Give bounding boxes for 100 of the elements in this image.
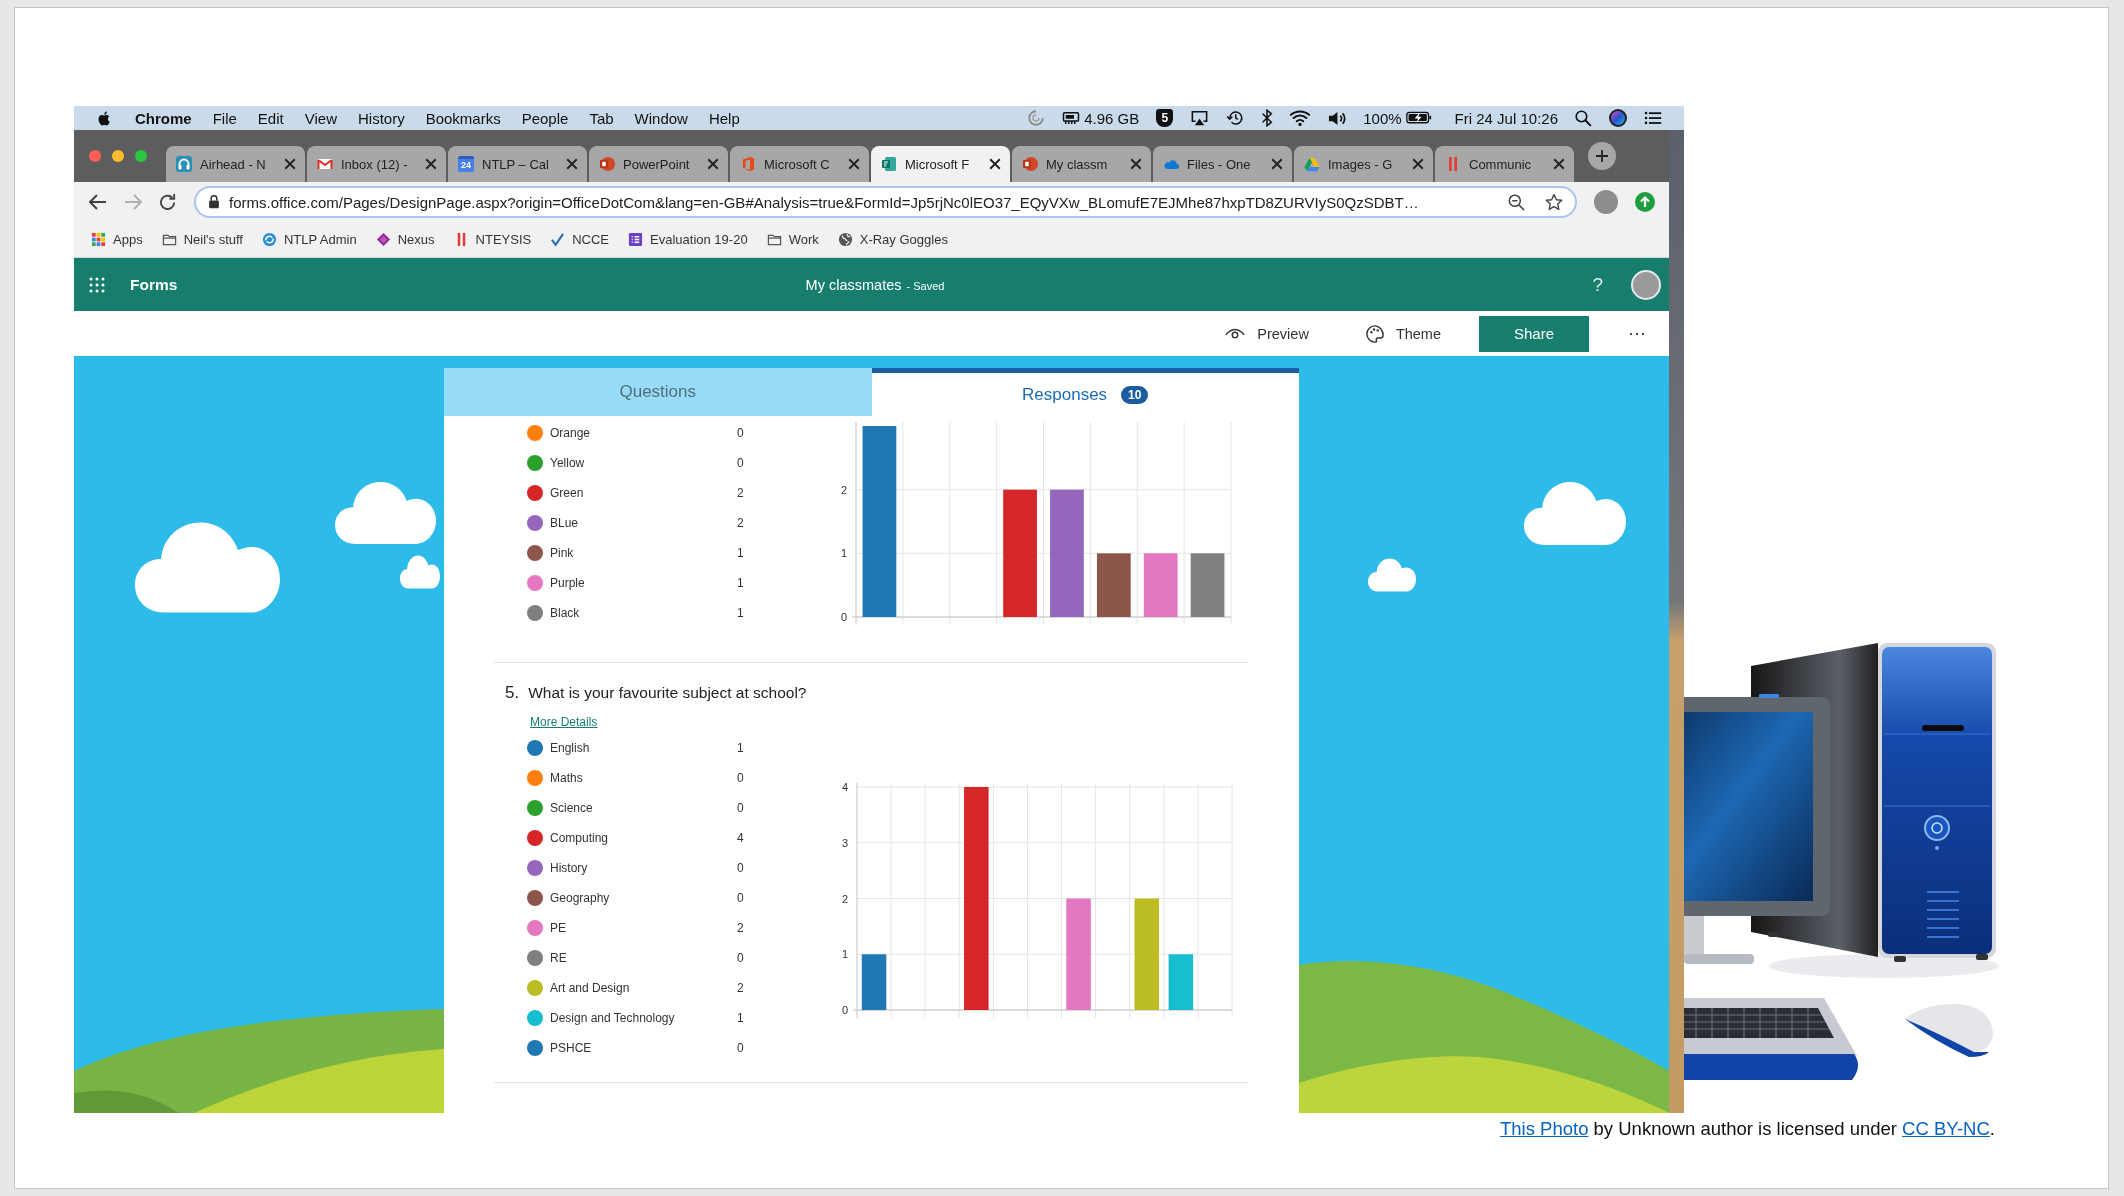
list-icon[interactable]: [1644, 110, 1662, 126]
browser-tab[interactable]: Airhead - N: [166, 146, 305, 182]
new-tab-button[interactable]: [1588, 142, 1616, 170]
bookmark-item[interactable]: Neil's stuff: [161, 232, 243, 247]
response-count: 1: [737, 606, 744, 620]
browser-tab[interactable]: 24 NTLP – Cal: [448, 146, 587, 182]
bluetooth-icon[interactable]: [1261, 109, 1274, 127]
address-bar[interactable]: forms.office.com/Pages/DesignPage.aspx?origin=OfficeDotCom&lang=en-GB#Analysis=true&FormId=Jp5rjNc0lEO37_EQyVXw_BLomufE7EJMhe87hxpTD8ZURVIyS0QzSDBT…: [194, 186, 1577, 218]
profile-avatar[interactable]: [1631, 269, 1661, 300]
axis-tick-label: 4: [841, 781, 848, 793]
menu-item[interactable]: History: [357, 109, 405, 127]
preview-button[interactable]: Preview: [1217, 321, 1317, 346]
axis-tick-label: 0: [841, 1004, 848, 1016]
form-title: My classmates: [805, 276, 902, 293]
search-icon[interactable]: [1575, 109, 1592, 127]
option-label: PE: [550, 921, 567, 935]
response-count: 1: [737, 1011, 744, 1025]
star-icon[interactable]: [1545, 193, 1563, 211]
option-label: Yellow: [550, 456, 586, 470]
menu-item[interactable]: Window: [634, 109, 688, 127]
window-maximize-button[interactable]: [135, 150, 147, 162]
profile-avatar[interactable]: [1594, 190, 1618, 214]
screen-cast-icon[interactable]: [1190, 109, 1210, 127]
bookmark-item[interactable]: NTEYSIS: [453, 232, 532, 247]
waffle-menu-icon[interactable]: [89, 276, 105, 293]
photo-credit-caption: This Photo by Unknown author is licensed under CC BY-NC.: [1500, 1118, 1995, 1140]
shield-badge[interactable]: 5: [1156, 109, 1174, 127]
bookmark-item[interactable]: NCCE: [550, 232, 610, 247]
close-icon[interactable]: [1271, 158, 1283, 170]
axis-tick-label: 0: [840, 611, 847, 623]
response-count: 1: [737, 741, 744, 755]
diamond-icon: [375, 232, 391, 247]
option-label: Geography: [550, 891, 611, 905]
menu-clock[interactable]: Fri 24 Jul 10:26: [1454, 109, 1558, 127]
app-name[interactable]: Forms: [130, 275, 178, 294]
browser-tab[interactable]: Microsoft C: [730, 146, 869, 182]
browser-tab[interactable]: Images - G: [1294, 146, 1433, 182]
clock-arrow-icon[interactable]: [1226, 109, 1245, 127]
menu-item[interactable]: Tab: [589, 109, 614, 127]
headphones-icon: [176, 156, 192, 172]
browser-tab[interactable]: Communic: [1435, 146, 1574, 182]
more-options-button[interactable]: ···: [1624, 321, 1650, 346]
close-icon[interactable]: [1130, 158, 1142, 170]
close-icon[interactable]: [1412, 158, 1424, 170]
response-count: 0: [737, 861, 744, 875]
menu-item[interactable]: File: [212, 109, 237, 127]
help-button[interactable]: ?: [1592, 273, 1603, 296]
response-count: 0: [737, 771, 744, 785]
response-count: 1: [737, 546, 744, 560]
bookmark-item[interactable]: X-Ray Goggles: [837, 232, 948, 247]
view-tab[interactable]: Questions: [444, 368, 872, 416]
browser-tab[interactable]: PowerPoint: [589, 146, 728, 182]
menu-item[interactable]: Chrome: [135, 109, 192, 127]
browser-tab[interactable]: Microsoft F: [871, 146, 1010, 182]
zoom-out-icon[interactable]: [1508, 193, 1525, 211]
menu-item[interactable]: Bookmarks: [425, 109, 501, 127]
menu-item[interactable]: Edit: [257, 109, 284, 127]
wifi-icon[interactable]: [1290, 109, 1311, 127]
credit-link[interactable]: CC BY-NC: [1902, 1118, 1990, 1139]
browser-tab[interactable]: Inbox (12) -: [307, 146, 446, 182]
orb-icon[interactable]: [1609, 109, 1627, 127]
close-icon[interactable]: [989, 158, 1001, 170]
triangle-logo-icon: [1304, 156, 1320, 172]
theme-button[interactable]: Theme: [1357, 320, 1449, 347]
menu-item[interactable]: Help: [708, 109, 740, 127]
back-icon[interactable]: [89, 193, 107, 211]
close-icon[interactable]: [1553, 158, 1565, 170]
menu-item[interactable]: View: [304, 109, 337, 127]
close-icon[interactable]: [848, 158, 860, 170]
apps-grid-icon: [91, 232, 106, 247]
option-label: Maths: [550, 771, 584, 785]
mail-icon: [317, 156, 333, 172]
axis-tick-label: 3: [841, 836, 848, 849]
menu-item[interactable]: People: [521, 109, 569, 127]
bookmark-item[interactable]: Nexus: [375, 232, 435, 247]
apple-icon[interactable]: [97, 109, 112, 127]
battery-percentage: 100%: [1363, 109, 1402, 127]
bookmark-item[interactable]: Apps: [91, 232, 143, 247]
option-label: BLue: [550, 516, 580, 530]
lock-icon[interactable]: [208, 195, 220, 209]
close-icon[interactable]: [284, 158, 296, 170]
close-icon[interactable]: [425, 158, 437, 170]
cloud-drawing: [1368, 558, 1416, 592]
reload-icon[interactable]: [159, 193, 177, 211]
response-count-badge: 10: [1121, 385, 1149, 404]
palette-icon: [1365, 324, 1384, 343]
battery-icon[interactable]: [1405, 111, 1432, 125]
bookmark-item[interactable]: NTLP Admin: [261, 232, 357, 247]
close-icon[interactable]: [707, 158, 719, 170]
bookmark-item[interactable]: Work: [766, 232, 819, 247]
browser-tab[interactable]: My classm: [1012, 146, 1151, 182]
more-details-link[interactable]: More Details: [530, 715, 598, 733]
window-minimize-button[interactable]: [112, 150, 124, 162]
close-icon[interactable]: [566, 158, 578, 170]
browser-tab[interactable]: Files - One: [1153, 146, 1292, 182]
chip-icon[interactable]: [1062, 110, 1081, 126]
credit-link[interactable]: This Photo: [1500, 1118, 1589, 1139]
share-button[interactable]: Share: [1479, 315, 1589, 352]
bookmark-item[interactable]: Evaluation 19-20: [628, 232, 748, 247]
response-count: 1: [737, 576, 744, 590]
